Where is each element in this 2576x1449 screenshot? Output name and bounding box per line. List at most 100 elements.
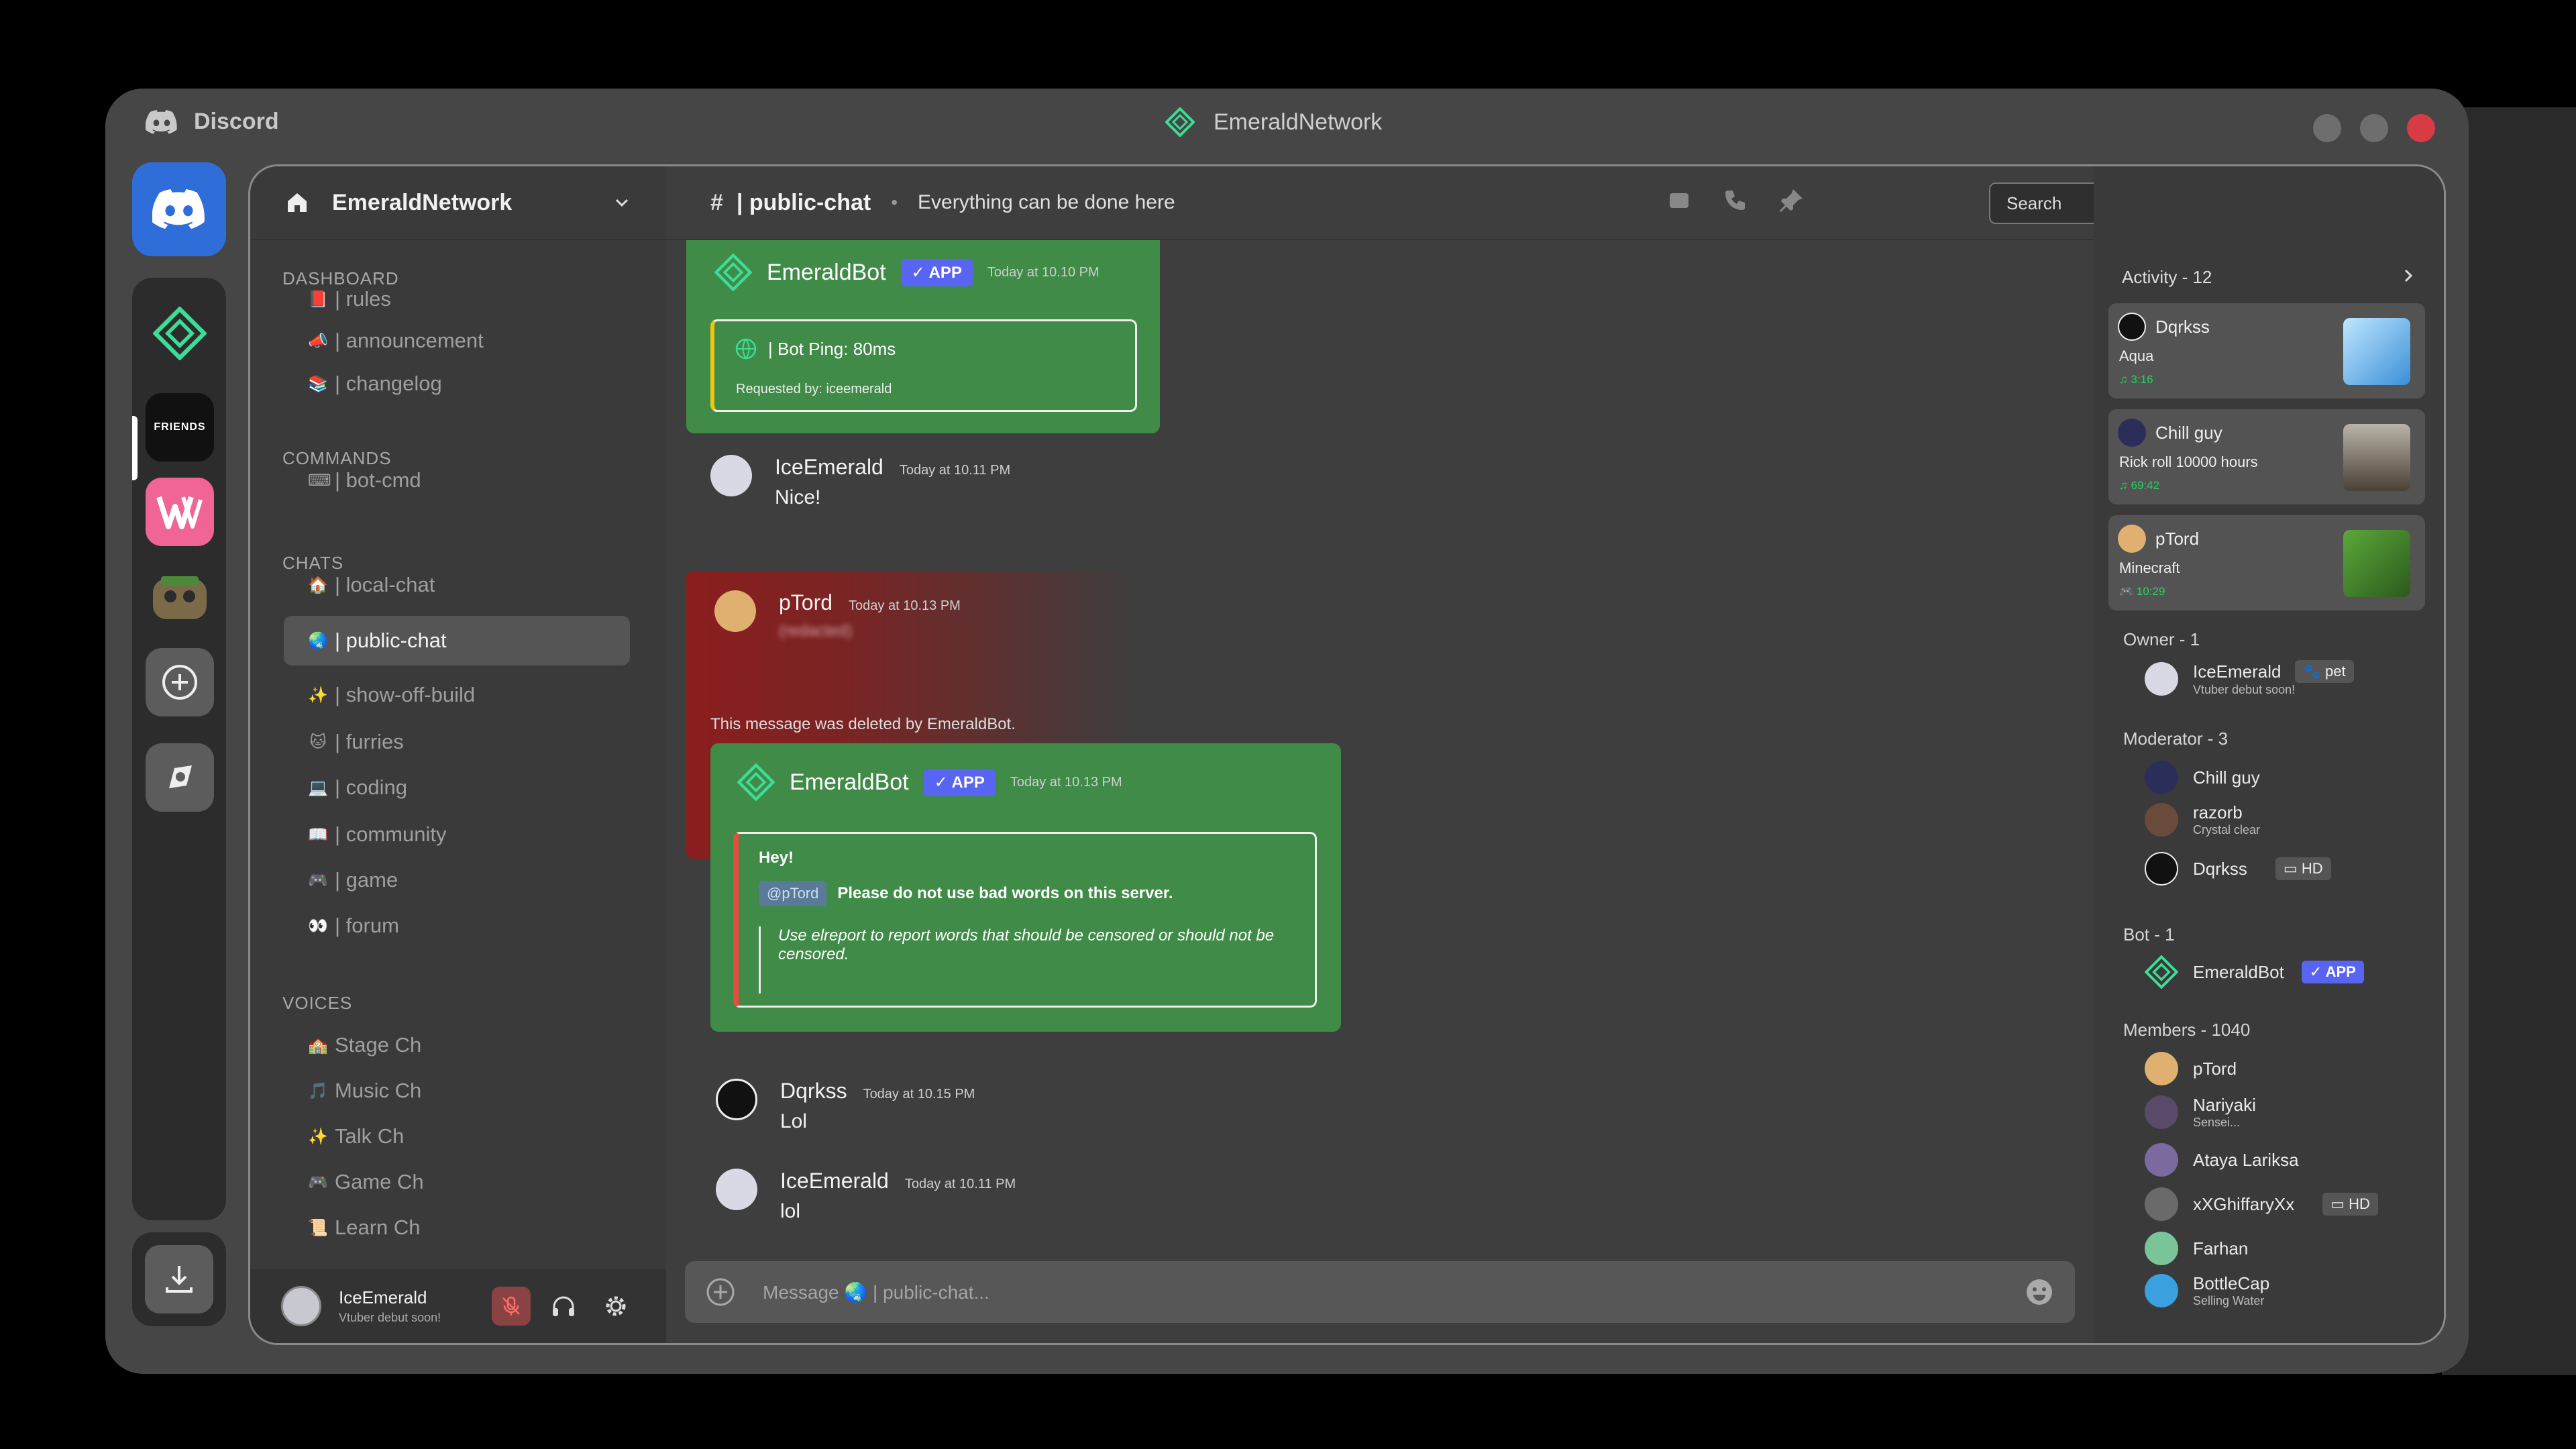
message-author[interactable]: IceEmerald (775, 455, 883, 479)
message-body: IceEmerald Today at 10.11 PM lol (780, 1169, 1016, 1223)
add-attachment-icon[interactable] (705, 1277, 736, 1307)
minimize-button[interactable] (2313, 114, 2341, 142)
server-cat[interactable] (146, 562, 214, 631)
settings-button[interactable] (596, 1287, 635, 1326)
chevron-right-icon[interactable] (2400, 267, 2417, 284)
member-item[interactable]: Nariyaki Sensei... (2145, 1095, 2256, 1130)
member-item[interactable]: EmeraldBot ✓ APP (2145, 955, 2364, 989)
channel-label: | forum (335, 914, 399, 937)
channel-community[interactable]: 📖 | community (308, 822, 447, 847)
voice-stage[interactable]: 🏫 Stage Ch (308, 1033, 421, 1057)
member-tag-label: HD (2301, 860, 2323, 877)
message-author[interactable]: pTord (779, 590, 833, 614)
maximize-button[interactable] (2360, 114, 2388, 142)
activity-card[interactable]: Dqrkss Aqua ♫ 3:16 (2108, 303, 2425, 398)
emoji-icon[interactable] (2024, 1277, 2055, 1307)
mute-button[interactable] (492, 1287, 531, 1326)
video-call-icon[interactable] (1666, 186, 1693, 213)
member-item[interactable]: Chill guy (2145, 761, 2260, 794)
channel-coding[interactable]: 💻 | coding (308, 775, 407, 800)
voice-music[interactable]: 🎵 Music Ch (308, 1079, 421, 1103)
message-author[interactable]: IceEmerald (780, 1169, 889, 1193)
gear-icon (606, 1296, 626, 1316)
voice-game[interactable]: 🎮 Game Ch (308, 1170, 424, 1194)
friends-logo: FRIENDS (154, 421, 206, 433)
chat-header: # | public-chat • Everything can be done… (666, 166, 2394, 240)
channel-game[interactable]: 🎮 | game (308, 868, 398, 892)
server-emeraldnetwork[interactable] (146, 299, 214, 368)
bot-name[interactable]: EmeraldBot (790, 769, 909, 796)
activity-user-name: pTord (2155, 528, 2200, 549)
home-button[interactable] (132, 162, 226, 256)
channel-show-off-build[interactable]: ✨ | show-off-build (308, 683, 475, 707)
voice-talk[interactable]: ✨ Talk Ch (308, 1124, 404, 1148)
category-voices[interactable]: VOICES (282, 993, 352, 1014)
avatar[interactable] (281, 1286, 321, 1326)
member-item[interactable]: pTord (2145, 1052, 2237, 1085)
bot-name[interactable]: EmeraldBot (767, 260, 886, 286)
activity-card[interactable]: pTord Minecraft 🎮 10:29 (2108, 515, 2425, 610)
channel-local-chat[interactable]: 🏠 | local-chat (308, 573, 435, 597)
channel-label: Stage Ch (335, 1033, 422, 1057)
warning-text: Please do not use bad words on this serv… (837, 884, 1173, 902)
server-friends[interactable]: FRIENDS (146, 393, 214, 462)
timestamp: Today at 10.13 PM (1010, 774, 1122, 790)
channel-changelog[interactable]: 📚 | changelog (308, 372, 442, 396)
explore-button[interactable] (146, 743, 214, 812)
avatar (2145, 803, 2178, 837)
deafen-button[interactable] (544, 1287, 583, 1326)
message-author[interactable]: Dqrkss (780, 1079, 847, 1103)
channel-emoji: 👀 (308, 916, 328, 935)
server-header[interactable]: EmeraldNetwork (250, 166, 666, 240)
avatar (2118, 313, 2146, 341)
activity-card[interactable]: Chill guy Rick roll 10000 hours ♫ 69:42 (2108, 409, 2425, 504)
voice-learn[interactable]: 📜 Learn Ch (308, 1216, 420, 1240)
channel-rules[interactable]: 📕 | rules (308, 287, 391, 311)
ping-text: | Bot Ping: 80ms (768, 338, 896, 359)
channel-sidebar: EmeraldNetwork DASHBOARD 📕 | rules 📣 | ann… (250, 166, 666, 1343)
message-text: Nice! (775, 486, 821, 508)
avatar[interactable] (716, 1169, 757, 1210)
member-item[interactable]: Dqrkss ▭ HD (2145, 852, 2331, 885)
pin-icon[interactable] (1778, 186, 1805, 213)
channel-announcement[interactable]: 📣 | announcement (308, 329, 484, 353)
user-mention[interactable]: @pTord (759, 881, 827, 906)
category-chats[interactable]: CHATS (282, 553, 343, 574)
avatar[interactable] (714, 590, 756, 632)
close-button[interactable] (2407, 114, 2435, 142)
member-item[interactable]: razorb Crystal clear (2145, 802, 2260, 837)
member-info: razorb Crystal clear (2193, 802, 2260, 837)
member-name: Dqrkss (2193, 858, 2247, 879)
avatar[interactable] (710, 455, 752, 496)
member-name: EmeraldBot (2193, 961, 2284, 982)
channel-forum[interactable]: 👀 | forum (308, 914, 399, 938)
avatar[interactable] (716, 1079, 757, 1120)
members-section-title: Members - 1040 (2123, 1020, 2251, 1040)
activity-header[interactable]: Activity - 12 (2122, 267, 2417, 288)
member-item[interactable]: Ataya Lariksa (2145, 1143, 2299, 1177)
user-info[interactable]: IceEmerald Vtuber debut soon! (339, 1287, 478, 1325)
add-server-button[interactable] (146, 648, 214, 716)
server-w[interactable] (146, 478, 214, 546)
phone-icon[interactable] (1722, 186, 1749, 213)
channel-furries[interactable]: 🐱 | furries (308, 730, 403, 754)
category-commands[interactable]: COMMANDS (282, 448, 392, 469)
member-info: Nariyaki Sensei... (2193, 1095, 2256, 1130)
member-item[interactable]: BottleCap Selling Water (2145, 1273, 2269, 1308)
message-composer[interactable]: Message 🌏 | public-chat... (685, 1261, 2075, 1323)
channel-label: Music Ch (335, 1079, 422, 1102)
channel-label: | public-chat (335, 629, 447, 652)
member-item[interactable]: xXGhiffaryXx ▭ HD (2145, 1187, 2378, 1221)
member-item[interactable]: IceEmerald 🐾 pet Vtuber debut soon! (2145, 660, 2354, 697)
embed-note: Use elreport to report words that should… (759, 926, 1289, 994)
member-tag: ✓ APP (2301, 961, 2364, 983)
channel-bot-cmd[interactable]: ⌨ | bot-cmd (308, 468, 421, 492)
channel-emoji: 📖 (308, 825, 328, 844)
channel-public-chat[interactable]: 🌏 | public-chat (284, 616, 630, 665)
member-item[interactable]: Farhan (2145, 1232, 2248, 1265)
server-rail: FRIENDS (132, 162, 226, 1326)
message-input[interactable]: Message 🌏 | public-chat... (763, 1281, 2024, 1303)
chevron-down-icon[interactable] (612, 193, 631, 212)
download-apps-button[interactable] (132, 1232, 226, 1326)
category-dashboard[interactable]: DASHBOARD (282, 268, 399, 289)
